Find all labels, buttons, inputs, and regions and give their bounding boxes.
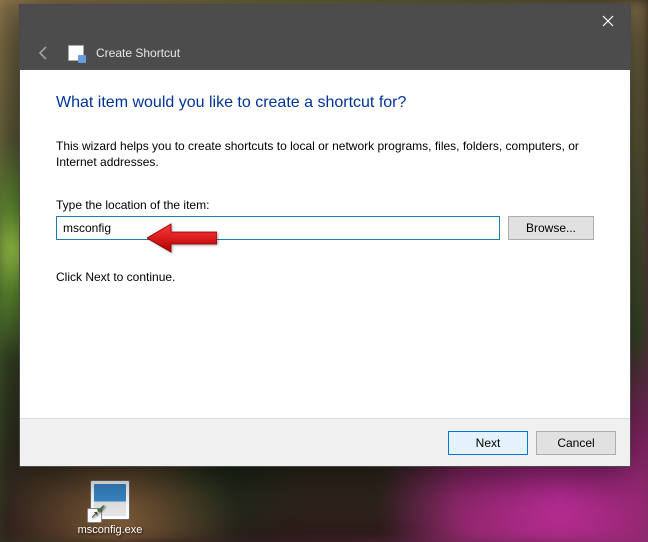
shortcut-overlay-icon: ↗ xyxy=(87,508,102,523)
window-title: Create Shortcut xyxy=(96,46,180,60)
browse-button[interactable]: Browse... xyxy=(508,216,594,240)
cancel-button[interactable]: Cancel xyxy=(536,431,616,455)
location-row: Browse... xyxy=(56,216,594,240)
close-button[interactable] xyxy=(585,5,630,36)
desktop-shortcut-label: msconfig.exe xyxy=(72,524,148,536)
wizard-content: What item would you like to create a sho… xyxy=(20,70,630,418)
wizard-hint: Click Next to continue. xyxy=(56,270,594,284)
wizard-description: This wizard helps you to create shortcut… xyxy=(56,138,594,170)
create-shortcut-dialog: Create Shortcut What item would you like… xyxy=(19,4,631,467)
close-icon xyxy=(602,15,614,27)
titlebar xyxy=(20,5,630,36)
next-button[interactable]: Next xyxy=(448,431,528,455)
shortcut-wizard-icon xyxy=(68,45,84,61)
wizard-heading: What item would you like to create a sho… xyxy=(56,94,594,112)
back-button[interactable] xyxy=(32,41,56,65)
location-input[interactable] xyxy=(56,216,500,240)
navbar: Create Shortcut xyxy=(20,36,630,70)
msconfig-icon: ↗ xyxy=(90,480,130,520)
location-label: Type the location of the item: xyxy=(56,198,594,212)
dialog-footer: Next Cancel xyxy=(20,418,630,466)
desktop-shortcut-msconfig[interactable]: ↗ msconfig.exe xyxy=(72,480,148,536)
back-arrow-icon xyxy=(36,45,52,61)
